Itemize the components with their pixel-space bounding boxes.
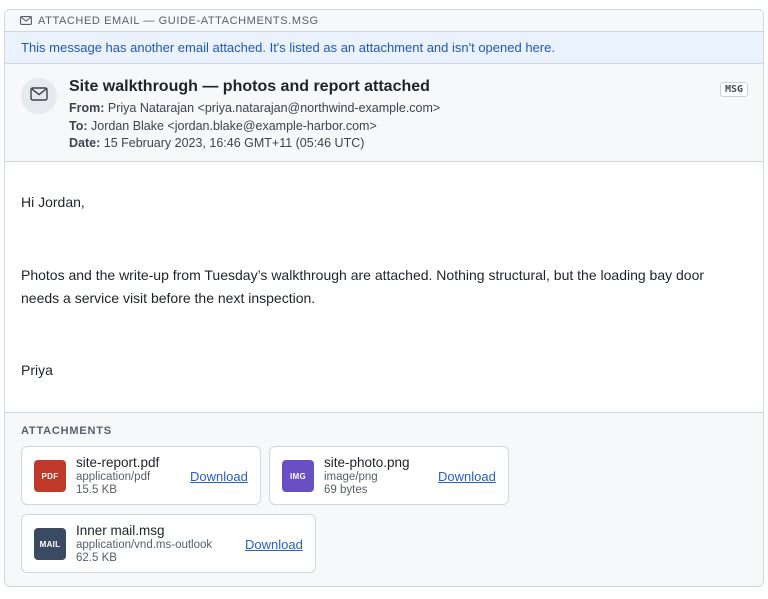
from-label: From: [69, 101, 105, 115]
date-label: Date: [69, 136, 101, 150]
avatar [21, 78, 57, 114]
attachment-size: 69 bytes [324, 484, 368, 496]
from-value: Priya Natarajan <priya.natarajan@northwi… [107, 101, 441, 115]
notice-text: This message has another email attached.… [21, 40, 555, 55]
attachment-name: site-photo.png [324, 455, 410, 470]
image-file-icon: IMG [282, 460, 314, 492]
download-link[interactable]: Download [438, 469, 496, 484]
body-greeting: Hi Jordan, [21, 194, 85, 210]
attachment-item: MAIL Inner mail.msg application/vnd.ms-o… [21, 514, 316, 573]
attachment-name: Inner mail.msg [76, 523, 165, 538]
to-label: To: [69, 119, 88, 133]
envelope-icon [30, 86, 48, 106]
attachments-section: ATTACHMENTS PDF site-report.pdf applicat… [5, 413, 763, 586]
attachment-name: site-report.pdf [76, 455, 160, 470]
format-badge: MSG [719, 82, 748, 97]
date-value: 15 February 2023, 16:46 GMT+11 (05:46 UT… [103, 136, 365, 150]
attachment-type: application/vnd.ms-outlook [76, 539, 213, 551]
to-value: Jordan Blake <jordan.blake@example-harbo… [91, 119, 377, 133]
attachment-item: IMG site-photo.png image/png 69 bytes Do… [269, 446, 509, 505]
download-link[interactable]: Download [190, 469, 248, 484]
pdf-file-icon: PDF [34, 460, 66, 492]
attachment-type: application/pdf [76, 471, 151, 483]
email-subject: Site walkthrough — photos and report att… [69, 78, 430, 95]
date-line: Date: 15 February 2023, 16:46 GMT+11 (05… [69, 136, 364, 150]
attached-email-notice: This message has another email attached.… [5, 32, 763, 64]
viewer-title: ATTACHED EMAIL — GUIDE-ATTACHMENTS.MSG [38, 14, 319, 27]
to-line: To: Jordan Blake <jordan.blake@example-h… [69, 119, 377, 133]
mail-file-icon: MAIL [34, 528, 66, 560]
email-body: Hi Jordan, Photos and the write-up from … [5, 162, 763, 413]
envelope-icon [20, 16, 32, 25]
attachment-size: 62.5 KB [76, 552, 117, 564]
viewer-topbar: ATTACHED EMAIL — GUIDE-ATTACHMENTS.MSG [5, 10, 763, 32]
email-viewer-card: ATTACHED EMAIL — GUIDE-ATTACHMENTS.MSG T… [4, 9, 764, 587]
attachment-size: 15.5 KB [76, 484, 117, 496]
from-line: From: Priya Natarajan <priya.natarajan@n… [69, 101, 440, 115]
attachments-title: ATTACHMENTS [21, 425, 112, 437]
attachment-item: PDF site-report.pdf application/pdf 15.5… [21, 446, 261, 505]
body-signoff: Priya [21, 362, 53, 378]
body-paragraph: Photos and the write-up from Tuesday’s w… [21, 267, 705, 306]
download-link[interactable]: Download [245, 537, 303, 552]
email-header: Site walkthrough — photos and report att… [5, 64, 763, 162]
attachment-type: image/png [324, 471, 378, 483]
